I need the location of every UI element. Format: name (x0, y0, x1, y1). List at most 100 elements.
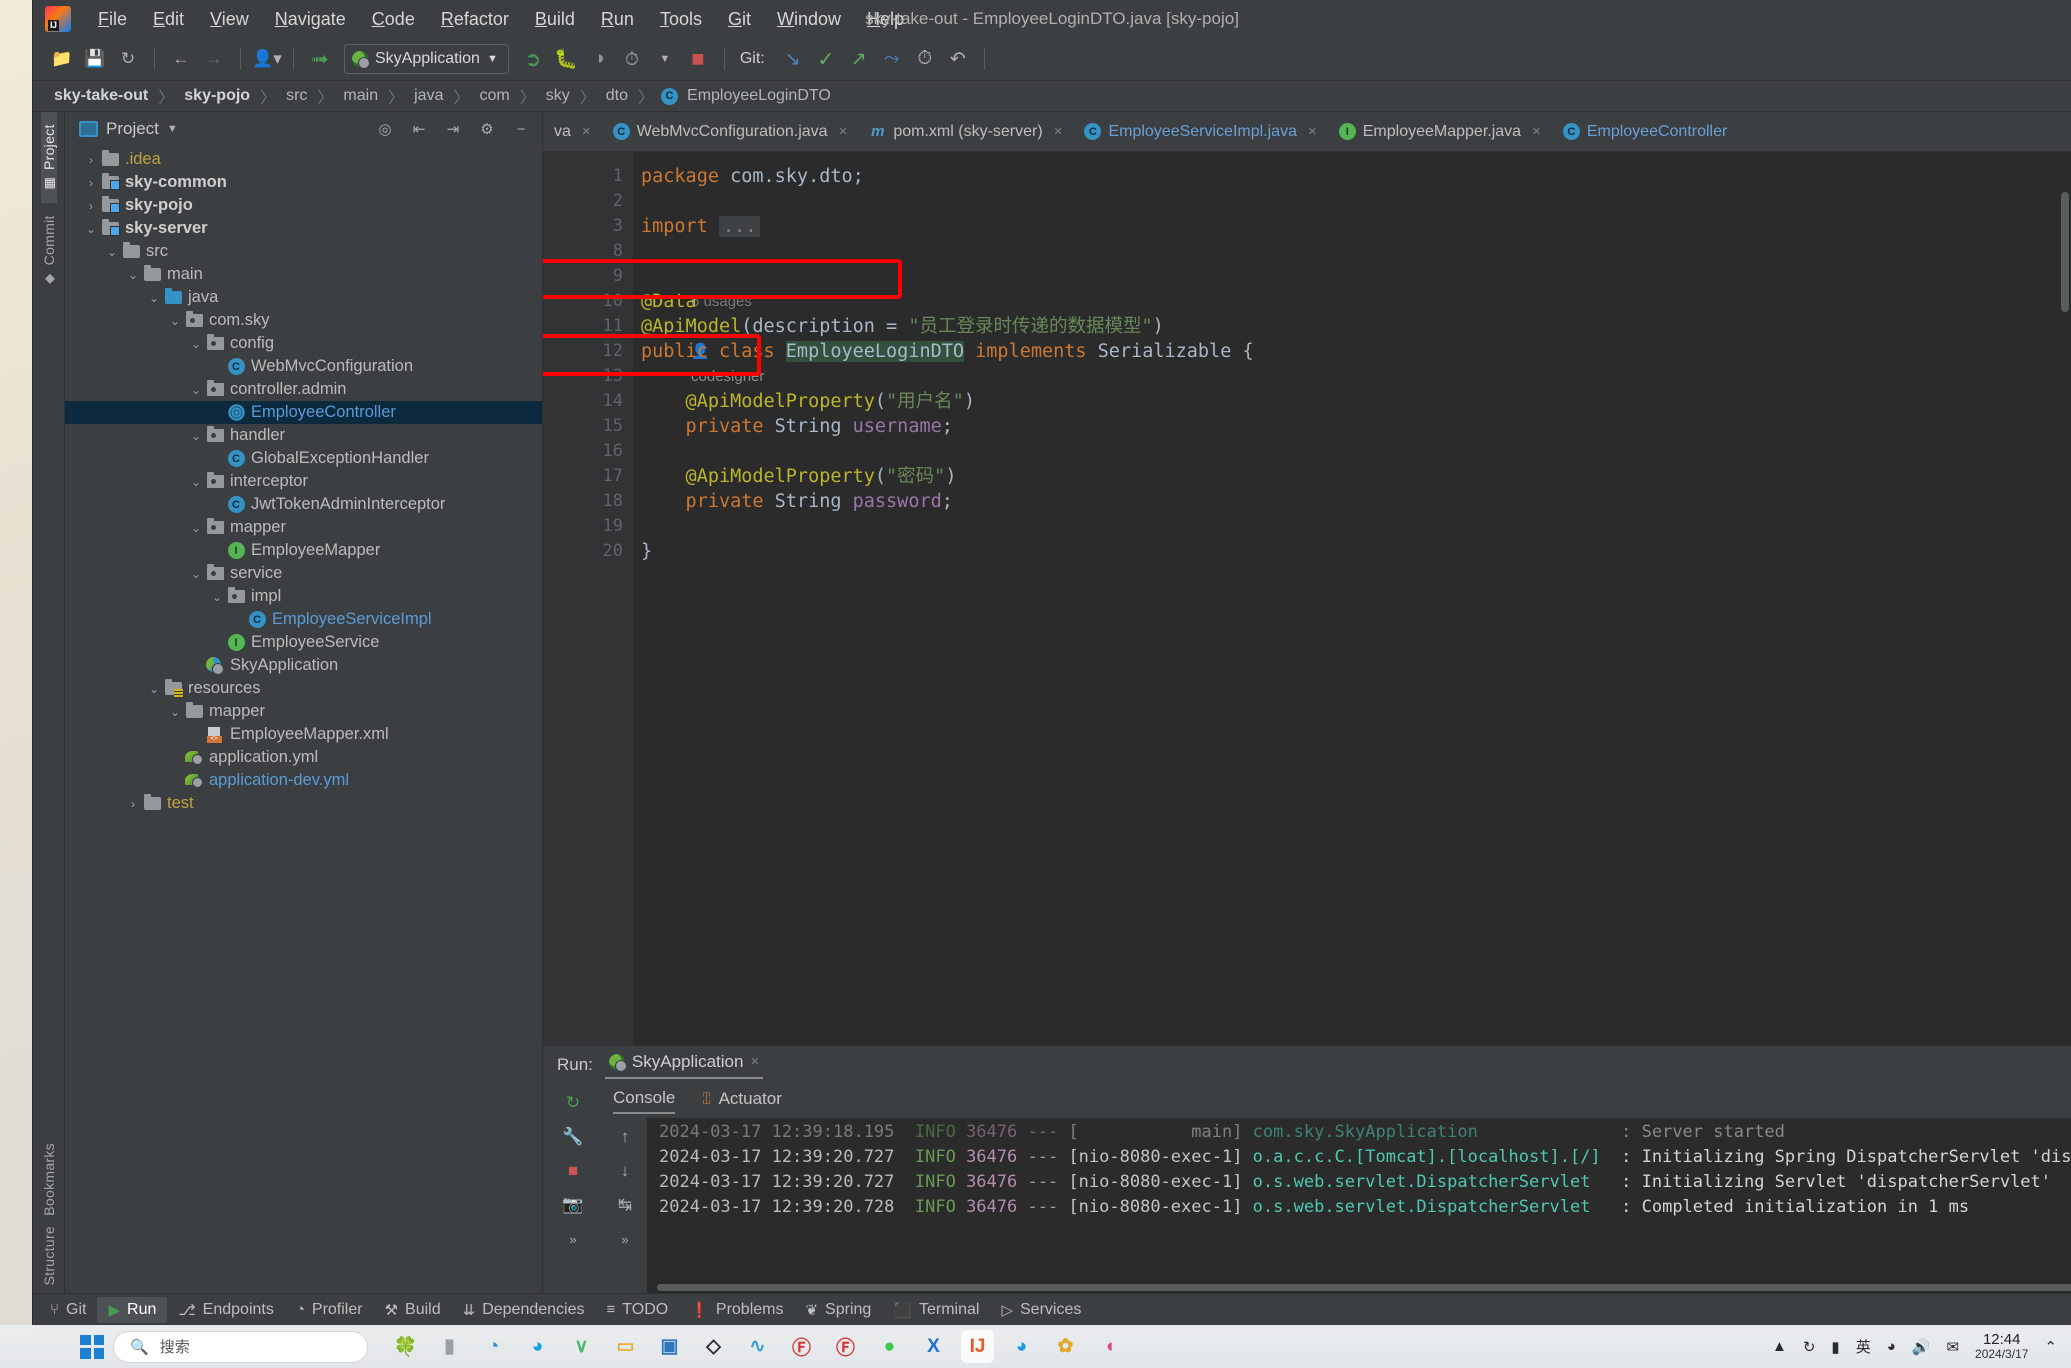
breadcrumb-item-sky-take-out[interactable]: sky-take-out (51, 87, 151, 105)
git-branch-icon[interactable]: ⤳ (877, 44, 907, 74)
tree-node-sky-pojo[interactable]: › sky-pojo (65, 194, 542, 217)
taskbar-app-clover-icon[interactable]: 🍀 (389, 1330, 422, 1363)
tree-node-src[interactable]: ⌄ src (65, 240, 542, 263)
tree-node--idea[interactable]: › .idea (65, 148, 542, 171)
menu-item-file[interactable]: File (85, 5, 140, 34)
chevron-down-icon[interactable]: ⌄ (104, 245, 120, 259)
taskbar-app-folder-icon[interactable]: ▭ (609, 1330, 642, 1363)
rerun-icon[interactable]: ↻ (556, 1088, 590, 1118)
tool-window-button-endpoints[interactable]: ⎇ Endpoints (167, 1297, 284, 1323)
scroll-up-icon[interactable]: ↑ (608, 1122, 642, 1152)
tree-node-globalexceptionhandler[interactable]: C GlobalExceptionHandler (65, 447, 542, 470)
taskbar-app-file-explorer-icon[interactable]: ▮ (433, 1330, 466, 1363)
taskbar-app-xmind-icon[interactable]: X (917, 1330, 950, 1363)
git-push-icon[interactable]: ↗ (844, 44, 874, 74)
sidebar-item-project[interactable]: ▦ Project (40, 112, 57, 203)
tool-window-button-profiler[interactable]: ◔ Profiler (285, 1297, 374, 1323)
code-editor[interactable]: 1 2 3 8 9 10 11 12 13 14 15 16 17 18 19 20 package com.… (543, 152, 2071, 1045)
chevron-down-icon[interactable]: ⌄ (125, 268, 141, 282)
breadcrumb-item-sky[interactable]: sky (543, 87, 573, 105)
wrench-icon[interactable]: 🔧 (556, 1122, 590, 1152)
gear-icon[interactable]: ⚙ (474, 116, 500, 142)
chevron-down-icon[interactable]: ⌄ (83, 222, 99, 236)
stop-icon[interactable]: ■ (556, 1156, 590, 1186)
tree-node-employeeservice[interactable]: I EmployeeService (65, 631, 542, 654)
menu-item-git[interactable]: Git (715, 5, 764, 34)
taskbar-app-red-app-icon[interactable]: Ⓕ (829, 1330, 862, 1363)
chevron-up-icon[interactable]: ▲ (1772, 1338, 1787, 1355)
rollback-icon[interactable]: ↶ (943, 44, 973, 74)
tree-node-test[interactable]: › test (65, 792, 542, 815)
console-horizontal-scrollbar[interactable] (657, 1284, 2071, 1291)
refresh-icon[interactable]: ↻ (113, 44, 143, 74)
expand-all-icon[interactable]: ⇤ (406, 116, 432, 142)
tree-node-employeemapper-xml[interactable]: EmployeeMapper.xml (65, 723, 542, 746)
breadcrumb-item-main[interactable]: main (340, 87, 381, 105)
chevron-down-icon[interactable]: ⌄ (188, 337, 204, 351)
tree-node-com-sky[interactable]: ⌄ com.sky (65, 309, 542, 332)
close-icon[interactable]: × (839, 123, 848, 140)
tree-node-skyapplication[interactable]: SkyApplication (65, 654, 542, 677)
breadcrumb-item-dto[interactable]: dto (603, 87, 631, 105)
breadcrumb-item-com[interactable]: com (477, 87, 513, 105)
camera-icon[interactable]: 📷 (556, 1190, 590, 1220)
tree-node-mapper[interactable]: ⌄ mapper (65, 516, 542, 539)
volume-icon[interactable]: 🔊 (1912, 1338, 1931, 1356)
hammer-icon[interactable]: ➟ (305, 44, 335, 74)
chevron-down-icon[interactable]: ⌄ (167, 314, 183, 328)
user-dropdown-icon[interactable]: 👤▾ (252, 44, 282, 74)
run-subtab-console[interactable]: Console (613, 1088, 676, 1114)
menu-item-edit[interactable]: Edit (140, 5, 197, 34)
taskbar-clock[interactable]: 12:44 2024/3/17 (1975, 1332, 2028, 1360)
tool-window-button-terminal[interactable]: ⬛ Terminal (882, 1297, 990, 1323)
breadcrumb-item-java[interactable]: java (411, 87, 446, 105)
chevron-down-icon[interactable]: ⌄ (167, 705, 183, 719)
breadcrumb-file[interactable]: EmployeeLoginDTO (684, 87, 834, 105)
scroll-down-icon[interactable]: ↓ (608, 1156, 642, 1186)
taskbar-app-pink-app-icon[interactable]: ◖ (1093, 1330, 1126, 1363)
more-icon[interactable]: » (556, 1224, 590, 1254)
tree-node-jwttokenadmininterceptor[interactable]: C JwtTokenAdminInterceptor (65, 493, 542, 516)
git-commit-check-icon[interactable]: ✓ (811, 44, 841, 74)
profiler-run-icon[interactable]: ⏱ (617, 44, 647, 74)
code-content[interactable]: package com.sky.dto; import ...⊟ 6 usage… (633, 152, 2071, 1045)
menu-item-tools[interactable]: Tools (647, 5, 715, 34)
tree-node-controller-admin[interactable]: ⌄ controller.admin (65, 378, 542, 401)
close-icon[interactable]: × (750, 1053, 759, 1070)
editor-tab-va[interactable]: va × (543, 112, 602, 151)
menu-item-build[interactable]: Build (522, 5, 588, 34)
git-update-icon[interactable]: ↘ (778, 44, 808, 74)
editor-tab-pom-xml-sky-server-[interactable]: m pom.xml (sky-server) × (858, 112, 1073, 151)
chevron-down-icon[interactable]: ⌄ (188, 429, 204, 443)
sidebar-item-structure[interactable]: Structure (41, 1226, 57, 1286)
minimize-icon[interactable]: − (508, 116, 534, 142)
project-tree[interactable]: › .idea › sky-common › sky-pojo ⌄ sky-server ⌄ sr… (65, 146, 542, 1293)
console-output[interactable]: 2024-03-17 12:39:18.195 INFO 36476 --- [… (647, 1118, 2071, 1293)
taskbar-app-network-icon[interactable]: ∿ (741, 1330, 774, 1363)
breadcrumb-item-sky-pojo[interactable]: sky-pojo (181, 87, 253, 105)
chevron-down-icon[interactable]: ⌄ (188, 383, 204, 397)
stop-icon[interactable]: ■ (683, 44, 713, 74)
taskbar-app-intellij-icon[interactable]: IJ (961, 1330, 994, 1363)
tree-node-main[interactable]: ⌄ main (65, 263, 542, 286)
chevron-right-icon[interactable]: › (83, 199, 99, 213)
chevron-right-icon[interactable]: › (83, 176, 99, 190)
target-icon[interactable]: ◎ (372, 116, 398, 142)
tree-node-service[interactable]: ⌄ service (65, 562, 542, 585)
tree-node-sky-server[interactable]: ⌄ sky-server (65, 217, 542, 240)
taskbar-app-store-icon[interactable]: ▣ (653, 1330, 686, 1363)
menu-item-run[interactable]: Run (588, 5, 647, 34)
tree-node-config[interactable]: ⌄ config (65, 332, 542, 355)
menu-item-help[interactable]: Help (854, 5, 917, 34)
taskbar-search-box[interactable]: 🔍 搜索 (113, 1330, 368, 1363)
tool-window-button-todo[interactable]: ≡ TODO (596, 1297, 680, 1323)
wifi-icon[interactable]: ◕ (1887, 1338, 1896, 1355)
chevron-right-icon[interactable]: › (125, 797, 141, 811)
tree-node-resources[interactable]: ⌄ resources (65, 677, 542, 700)
menu-item-navigate[interactable]: Navigate (262, 5, 359, 34)
save-icon[interactable]: 💾 (80, 44, 110, 74)
debug-icon[interactable]: 🐛 (551, 44, 581, 74)
ime-icon[interactable]: 英 (1856, 1336, 1871, 1357)
close-icon[interactable]: × (1054, 123, 1063, 140)
taskbar-app-browser2-icon[interactable]: ◕ (1005, 1330, 1038, 1363)
